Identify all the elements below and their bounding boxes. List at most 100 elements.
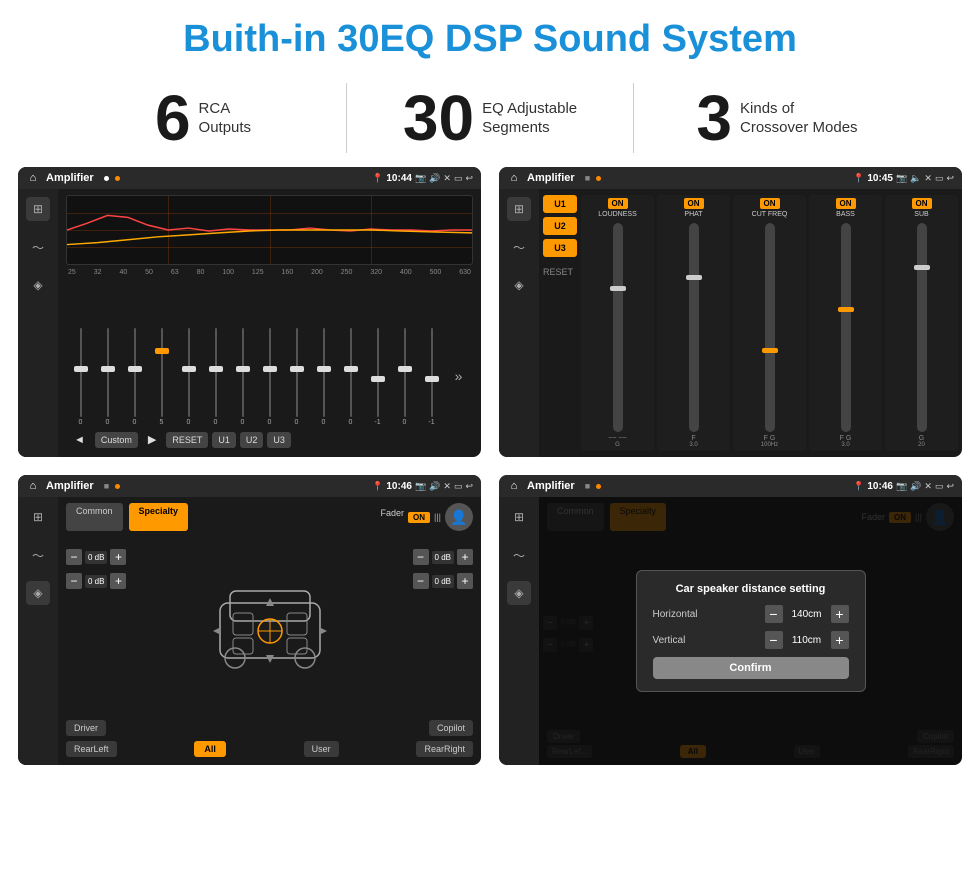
eq-reset-btn[interactable]: RESET bbox=[166, 432, 208, 448]
dialog-horizontal-minus[interactable]: − bbox=[765, 605, 783, 623]
eq-slider-skip[interactable]: » bbox=[446, 326, 471, 426]
confirm-button[interactable]: Confirm bbox=[653, 657, 849, 679]
dialog-wave-icon[interactable]: 〜 bbox=[507, 543, 531, 567]
stat-crossover: 3 Kinds ofCrossover Modes bbox=[634, 86, 920, 150]
rect-icon-2: ▭ bbox=[935, 173, 944, 184]
fader-plus-tl[interactable]: + bbox=[110, 549, 126, 565]
fader-right-controls: − 0 dB + − 0 dB + bbox=[413, 549, 473, 589]
page-title: Buith-in 30EQ DSP Sound System bbox=[0, 0, 980, 73]
car-svg bbox=[205, 573, 335, 683]
amp-bass-label: F G bbox=[840, 435, 852, 442]
back-icon-2: ↩ bbox=[946, 173, 954, 184]
amp-spk-icon[interactable]: ◈ bbox=[507, 273, 531, 297]
eq-filter-icon[interactable]: ⊞ bbox=[26, 197, 50, 221]
eq-play-btn[interactable]: ▶ bbox=[142, 430, 162, 449]
eq-slider-5[interactable]: 0 bbox=[203, 326, 228, 426]
fader-minus-br[interactable]: − bbox=[413, 573, 429, 589]
dialog-vertical-plus[interactable]: + bbox=[831, 631, 849, 649]
eq-u2-btn[interactable]: U2 bbox=[240, 432, 264, 448]
eq-slider-9[interactable]: 0 bbox=[311, 326, 336, 426]
x-icon-4: ✕ bbox=[924, 481, 932, 492]
fader-plus-bl[interactable]: + bbox=[110, 573, 126, 589]
fader-ctrl-br: − 0 dB + bbox=[413, 573, 473, 589]
amp-phat-slider[interactable] bbox=[689, 223, 699, 432]
amp-phat-on[interactable]: ON bbox=[684, 198, 704, 209]
dialog-eq-icon[interactable]: ⊞ bbox=[507, 505, 531, 529]
eq-slider-0[interactable]: 0 bbox=[68, 326, 93, 426]
dialog-vertical-minus[interactable]: − bbox=[765, 631, 783, 649]
amp-bass-slider[interactable] bbox=[841, 223, 851, 432]
eq-custom-btn[interactable]: Custom bbox=[95, 432, 138, 448]
fader-tab-specialty[interactable]: Specialty bbox=[129, 503, 189, 531]
fader-rearleft-btn[interactable]: RearLeft bbox=[66, 741, 117, 757]
fader-all-btn[interactable]: All bbox=[194, 741, 226, 757]
dialog-horizontal-plus[interactable]: + bbox=[831, 605, 849, 623]
fader-left-controls: − 0 dB + − 0 dB + bbox=[66, 549, 126, 589]
amp-preset-u1[interactable]: U1 bbox=[543, 195, 577, 213]
fader-minus-tl[interactable]: − bbox=[66, 549, 82, 565]
status-icons-2: 📍 10:45 📷 🔈 ✕ ▭ ↩ bbox=[853, 173, 954, 184]
amp-eq-icon[interactable]: ⊞ bbox=[507, 197, 531, 221]
fader-on-badge[interactable]: ON bbox=[408, 512, 430, 523]
eq-speaker-icon[interactable]: ◈ bbox=[26, 273, 50, 297]
eq-slider-6[interactable]: 0 bbox=[230, 326, 255, 426]
vol-icon-2: 🔈 bbox=[910, 173, 921, 184]
eq-slider-11[interactable]: -1 bbox=[365, 326, 390, 426]
eq-slider-7[interactable]: 0 bbox=[257, 326, 282, 426]
status-time-3: 10:46 bbox=[386, 481, 412, 492]
eq-sliders: 0 0 0 5 0 0 0 0 0 0 0 -1 0 -1 » bbox=[66, 279, 473, 426]
status-dot-1 bbox=[104, 176, 109, 181]
fader-sidebar: ⊞ 〜 ◈ bbox=[18, 497, 58, 765]
fader-spk-icon[interactable]: ◈ bbox=[26, 581, 50, 605]
amp-cutfreq-on[interactable]: ON bbox=[760, 198, 780, 209]
fader-val-tr: 0 dB bbox=[432, 551, 454, 564]
fader-driver-btn[interactable]: Driver bbox=[66, 720, 106, 736]
rect-icon-3: ▭ bbox=[454, 481, 463, 492]
amp-bass-range: 3.0 bbox=[841, 442, 849, 448]
eq-slider-2[interactable]: 0 bbox=[122, 326, 147, 426]
amp-loudness-on[interactable]: ON bbox=[608, 198, 628, 209]
eq-slider-8[interactable]: 0 bbox=[284, 326, 309, 426]
screen-amp-content: ⊞ 〜 ◈ U1 U2 U3 RESET ON LOUDNESS bbox=[499, 189, 962, 457]
amp-cutfreq-slider[interactable] bbox=[765, 223, 775, 432]
back-icon-3: ↩ bbox=[465, 481, 473, 492]
fader-eq-icon[interactable]: ⊞ bbox=[26, 505, 50, 529]
eq-slider-12[interactable]: 0 bbox=[392, 326, 417, 426]
amp-bass-on[interactable]: ON bbox=[836, 198, 856, 209]
fader-minus-tr[interactable]: − bbox=[413, 549, 429, 565]
fader-user-btn[interactable]: User bbox=[304, 741, 339, 757]
screens-grid: ⌂ Amplifier 📍 10:44 📷 🔊 ✕ ▭ ↩ ⊞ 〜 ◈ bbox=[0, 167, 980, 775]
eq-graph bbox=[66, 195, 473, 265]
dialog-box: Car speaker distance setting Horizontal … bbox=[636, 570, 866, 692]
amp-loudness-slider[interactable] bbox=[613, 223, 623, 432]
eq-wave-icon[interactable]: 〜 bbox=[26, 235, 50, 259]
amp-preset-u3[interactable]: U3 bbox=[543, 239, 577, 257]
eq-slider-13[interactable]: -1 bbox=[419, 326, 444, 426]
eq-slider-1[interactable]: 0 bbox=[95, 326, 120, 426]
fader-wave-icon[interactable]: 〜 bbox=[26, 543, 50, 567]
status-dot-orange-4 bbox=[596, 484, 601, 489]
fader-val-tl: 0 dB bbox=[85, 551, 107, 564]
stat-crossover-number: 3 bbox=[696, 86, 732, 150]
amp-sub-slider[interactable] bbox=[917, 223, 927, 432]
dialog-main: Common Specialty Fader ON ||| 👤 − bbox=[539, 497, 962, 765]
amp-phat-range: 3.0 bbox=[689, 442, 697, 448]
fader-plus-tr[interactable]: + bbox=[457, 549, 473, 565]
fader-copilot-btn[interactable]: Copilot bbox=[429, 720, 473, 736]
dialog-spk-icon[interactable]: ◈ bbox=[507, 581, 531, 605]
fader-minus-bl[interactable]: − bbox=[66, 573, 82, 589]
eq-u1-btn[interactable]: U1 bbox=[212, 432, 236, 448]
eq-slider-10[interactable]: 0 bbox=[338, 326, 363, 426]
status-icons-1: 📍 10:44 📷 🔊 ✕ ▭ ↩ bbox=[372, 173, 473, 184]
amp-wave-icon[interactable]: 〜 bbox=[507, 235, 531, 259]
fader-rearright-btn[interactable]: RearRight bbox=[416, 741, 473, 757]
eq-back-btn[interactable]: ◄ bbox=[68, 431, 91, 449]
fader-plus-br[interactable]: + bbox=[457, 573, 473, 589]
amp-sub-on[interactable]: ON bbox=[912, 198, 932, 209]
stat-rca-number: 6 bbox=[155, 86, 191, 150]
eq-slider-3[interactable]: 5 bbox=[149, 326, 174, 426]
eq-slider-4[interactable]: 0 bbox=[176, 326, 201, 426]
fader-tab-common[interactable]: Common bbox=[66, 503, 123, 531]
eq-u3-btn[interactable]: U3 bbox=[267, 432, 291, 448]
amp-preset-u2[interactable]: U2 bbox=[543, 217, 577, 235]
